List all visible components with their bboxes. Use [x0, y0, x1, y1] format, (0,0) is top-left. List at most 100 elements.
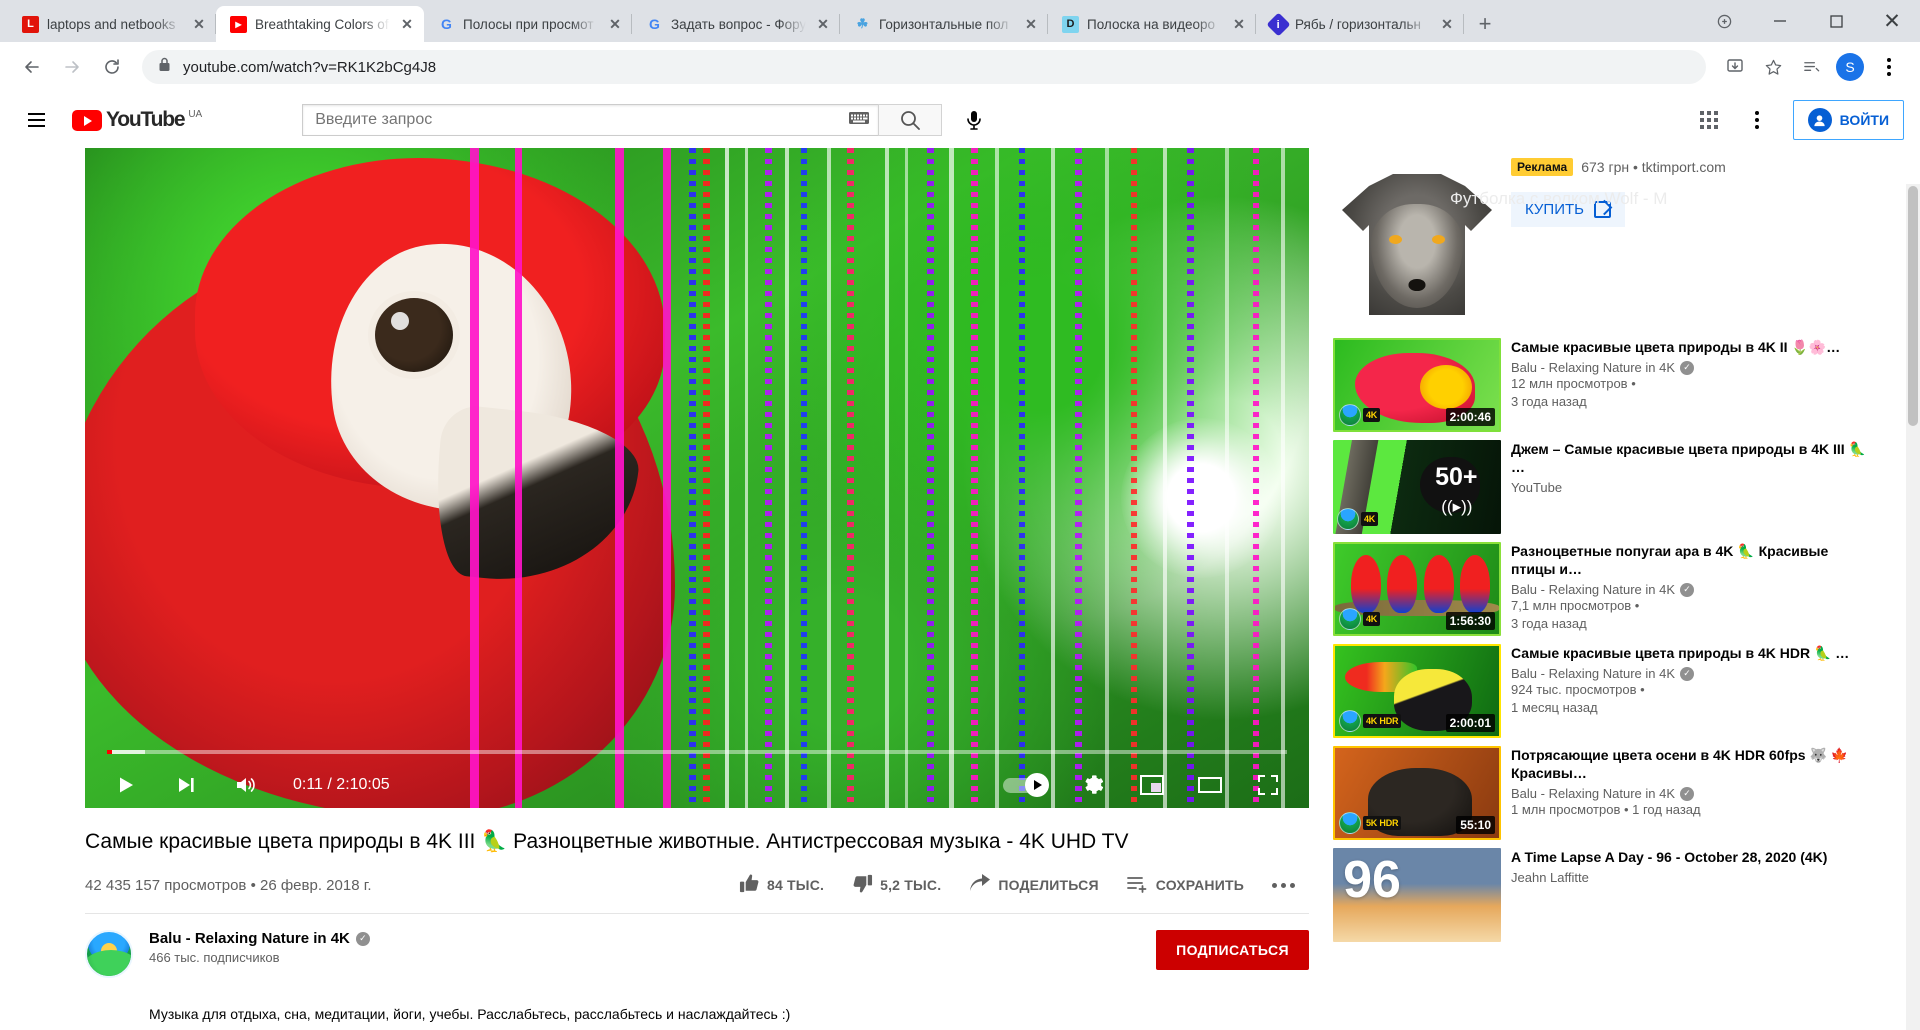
close-window-button[interactable]: ✕: [1864, 0, 1920, 42]
autoplay-toggle[interactable]: [1003, 773, 1055, 797]
channel-name[interactable]: Balu - Relaxing Nature in 4K: [149, 930, 350, 947]
volume-button[interactable]: [227, 766, 265, 804]
list-item[interactable]: 50+ ((▸)) 4K Джем – Самые красивые цвета…: [1333, 440, 1873, 534]
next-video-button[interactable]: [167, 766, 205, 804]
thumbs-down-icon: [852, 873, 873, 897]
dislike-button[interactable]: 5,2 ТЫС.: [838, 865, 955, 905]
fullscreen-button[interactable]: [1249, 766, 1287, 804]
tab-title: laptops and netbooks: [47, 16, 176, 32]
list-item[interactable]: 4K HDR 2:00:01 Самые красивые цвета прир…: [1333, 644, 1873, 738]
tab-close-icon[interactable]: ✕: [1230, 15, 1248, 33]
tab-close-icon[interactable]: ✕: [398, 15, 416, 33]
tab-close-icon[interactable]: ✕: [190, 15, 208, 33]
reading-list-icon[interactable]: [1794, 50, 1828, 84]
browser-tab[interactable]: i Рябь / горизонтальн ✕: [1256, 6, 1464, 42]
list-item[interactable]: 4K 1:56:30 Разноцветные попугаи ара в 4K…: [1333, 542, 1873, 636]
search-input[interactable]: [315, 111, 849, 129]
flower-bee-thumbnail[interactable]: 4K 2:00:46: [1333, 338, 1501, 432]
page-scrollbar[interactable]: [1906, 184, 1920, 1030]
tab-close-icon[interactable]: ✕: [814, 15, 832, 33]
video-player[interactable]: 0:11 / 2:10:05: [85, 148, 1309, 808]
primary-column: 0:11 / 2:10:05 Самые красивые цвета прир…: [85, 148, 1309, 1025]
tab-close-icon[interactable]: ✕: [1022, 15, 1040, 33]
list-item[interactable]: 96 A Time Lapse A Day - 96 - October 28,…: [1333, 848, 1873, 942]
browser-tab[interactable]: G Задать вопрос - Фору ✕: [632, 6, 840, 42]
new-tab-button[interactable]: +: [1470, 9, 1500, 39]
header-right-actions: ВОЙТИ: [1689, 100, 1904, 140]
tab-title: Полоска на видеоро: [1087, 16, 1215, 32]
sidebar-ad[interactable]: Реклама 673 грн • tktimport.com КУПИТЬ: [1333, 156, 1873, 324]
settings-menu-icon[interactable]: [1737, 100, 1777, 140]
browser-tab[interactable]: G Полосы при просмот ✕: [424, 6, 632, 42]
toucan-mix-thumbnail[interactable]: 50+ ((▸)) 4K: [1333, 440, 1501, 534]
quality-tag: 4K: [1363, 408, 1381, 422]
address-bar[interactable]: youtube.com/watch?v=RK1K2bCg4J8: [142, 50, 1706, 84]
browser-profile-avatar[interactable]: S: [1836, 53, 1864, 81]
bear-autumn-thumbnail[interactable]: 5K HDR 55:10: [1333, 746, 1501, 840]
channel-subscribers: 466 тыс. подписчиков: [149, 950, 280, 966]
settings-gear-icon[interactable]: [1075, 766, 1113, 804]
keyboard-icon[interactable]: [848, 110, 870, 131]
macaws-thumbnail[interactable]: 4K 1:56:30: [1333, 542, 1501, 636]
mix-count-overlay: 50+: [1435, 462, 1478, 491]
ad-badge: Реклама: [1511, 158, 1574, 176]
tab-close-icon[interactable]: ✕: [606, 15, 624, 33]
youtube-logo-text: YouTube: [106, 108, 186, 131]
window-restore-icon[interactable]: [1696, 0, 1752, 42]
youtube-page: Футболка с волком Wolf - M YouTube UA Вв…: [0, 92, 1920, 1030]
voice-search-icon[interactable]: [954, 100, 994, 140]
timelapse-sky-thumbnail[interactable]: 96: [1333, 848, 1501, 942]
scrollbar-thumb[interactable]: [1908, 186, 1918, 426]
hamburger-menu-icon[interactable]: [16, 100, 56, 140]
save-button[interactable]: СОХРАНИТЬ: [1113, 866, 1258, 905]
progress-played: [107, 750, 113, 754]
share-button[interactable]: ПОДЕЛИТЬСЯ: [955, 866, 1112, 905]
like-count: 84 ТЫС.: [766, 877, 825, 894]
browser-tab-active[interactable]: ▶ Breathtaking Colors of ✕: [216, 6, 424, 42]
bookmark-star-icon[interactable]: [1756, 50, 1790, 84]
tab-title: Полосы при просмот: [463, 16, 594, 32]
minimize-button[interactable]: [1752, 0, 1808, 42]
theater-mode-button[interactable]: [1191, 766, 1229, 804]
play-button[interactable]: [107, 766, 145, 804]
dislike-count: 5,2 ТЫС.: [880, 877, 942, 894]
browser-tab[interactable]: L laptops and netbooks ✕: [8, 6, 216, 42]
channel-avatar[interactable]: [85, 930, 133, 979]
browser-tab[interactable]: D Полоска на видеоро ✕: [1048, 6, 1256, 42]
channel-info: Balu - Relaxing Nature in 4K ✓ 466 тыс. …: [149, 930, 370, 965]
thumbs-up-icon: [739, 873, 760, 897]
lenovo-icon: L: [22, 15, 39, 33]
youtube-logo[interactable]: YouTube UA: [72, 108, 202, 132]
subscribe-button[interactable]: ПОДПИСАТЬСЯ: [1156, 930, 1309, 971]
back-button[interactable]: [14, 49, 50, 85]
browser-tab[interactable]: ☘ Горизонтальные пол ✕: [840, 6, 1048, 42]
toucan-thumbnail[interactable]: 4K HDR 2:00:01: [1333, 644, 1501, 738]
wolf-tshirt-image[interactable]: [1333, 156, 1501, 324]
ad-price-site: 673 грн • tktimport.com: [1581, 159, 1726, 175]
tab-close-icon[interactable]: ✕: [1438, 15, 1456, 33]
progress-bar[interactable]: [107, 750, 1287, 754]
search-bar: [302, 104, 943, 136]
recommendation-channel: Balu - Relaxing Nature in 4K: [1511, 360, 1676, 376]
search-box[interactable]: [302, 104, 879, 136]
install-app-icon[interactable]: [1718, 50, 1752, 84]
miniplayer-button[interactable]: [1133, 766, 1171, 804]
forward-button[interactable]: [54, 49, 90, 85]
list-item[interactable]: 5K HDR 55:10 Потрясающие цвета осени в 4…: [1333, 746, 1873, 840]
browser-toolbar: youtube.com/watch?v=RK1K2bCg4J8 S: [0, 42, 1920, 92]
chrome-menu-icon[interactable]: [1872, 50, 1906, 84]
more-actions-icon[interactable]: [1258, 875, 1309, 896]
maximize-button[interactable]: [1808, 0, 1864, 42]
list-item[interactable]: 4K 2:00:46 Самые красивые цвета природы …: [1333, 338, 1873, 432]
lock-icon: [158, 57, 171, 77]
tab-title: Задать вопрос - Фору: [671, 16, 806, 32]
recommendation-channel: Balu - Relaxing Nature in 4K: [1511, 582, 1676, 598]
search-button[interactable]: [878, 104, 943, 136]
sign-in-button[interactable]: ВОЙТИ: [1792, 100, 1904, 140]
apps-grid-icon[interactable]: [1689, 100, 1729, 140]
quality-tag: 4K: [1361, 512, 1379, 526]
like-button[interactable]: 84 ТЫС.: [725, 865, 838, 905]
quality-tag: 5K HDR: [1363, 816, 1402, 830]
reload-button[interactable]: [94, 49, 130, 85]
recommendation-age: 3 года назад: [1511, 393, 1587, 409]
